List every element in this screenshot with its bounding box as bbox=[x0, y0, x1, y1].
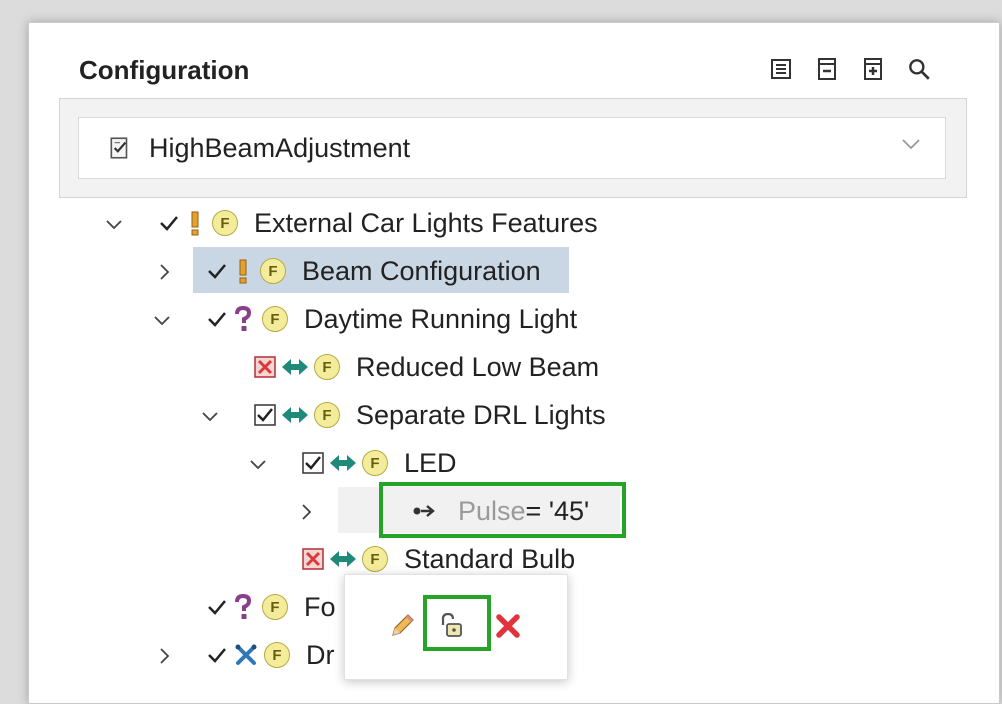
delete-icon[interactable] bbox=[491, 609, 525, 643]
tree-item-label: Daytime Running Light bbox=[304, 303, 578, 334]
attribute-highlight-box bbox=[379, 482, 626, 538]
chevron-down-icon[interactable] bbox=[104, 214, 124, 234]
check-icon bbox=[160, 216, 178, 231]
tree-item-dr[interactable]: F Dr bbox=[206, 633, 335, 677]
tree-item-label: Fo bbox=[304, 591, 336, 622]
alternative-icon bbox=[330, 551, 356, 567]
feature-icon: F bbox=[264, 642, 290, 668]
configuration-selector-area: HighBeamAdjustment bbox=[59, 98, 967, 198]
feature-icon: F bbox=[314, 354, 340, 380]
search-icon[interactable] bbox=[903, 53, 935, 85]
tree-item-label: LED bbox=[404, 447, 457, 478]
configuration-dropdown[interactable]: HighBeamAdjustment bbox=[78, 117, 946, 179]
check-icon bbox=[208, 264, 226, 279]
question-icon bbox=[235, 306, 252, 331]
feature-icon: F bbox=[262, 594, 288, 620]
unlock-highlight-box bbox=[423, 595, 491, 651]
chevron-down-icon[interactable] bbox=[200, 406, 220, 426]
expand-all-icon[interactable] bbox=[857, 53, 889, 85]
excluded-icon bbox=[302, 548, 324, 570]
panel-toolbar bbox=[765, 53, 935, 85]
checkbox-checked-icon[interactable] bbox=[302, 452, 324, 474]
check-icon bbox=[208, 600, 226, 615]
check-icon bbox=[208, 312, 226, 327]
alternative-icon bbox=[282, 359, 308, 375]
tree-item-led[interactable]: F LED bbox=[302, 441, 457, 485]
alternative-icon bbox=[330, 455, 356, 471]
tree-item-label: Separate DRL Lights bbox=[356, 399, 606, 430]
chevron-right-icon[interactable] bbox=[154, 646, 174, 666]
feature-icon: F bbox=[262, 306, 288, 332]
configuration-dropdown-value: HighBeamAdjustment bbox=[149, 132, 411, 163]
tree-item-label: Standard Bulb bbox=[404, 543, 576, 574]
properties-icon[interactable] bbox=[765, 53, 797, 85]
configuration-file-icon bbox=[110, 137, 128, 159]
checkbox-checked-icon[interactable] bbox=[254, 404, 276, 426]
warning-icon bbox=[191, 211, 199, 236]
tree-item-label: Reduced Low Beam bbox=[356, 351, 600, 382]
tree-item-reduced-low-beam[interactable]: F Reduced Low Beam bbox=[254, 345, 599, 389]
tree-item-label: Dr bbox=[306, 639, 335, 670]
question-icon bbox=[235, 594, 252, 619]
edit-icon[interactable] bbox=[385, 609, 419, 643]
alternative-icon bbox=[282, 407, 308, 423]
chevron-down-icon[interactable] bbox=[248, 454, 268, 474]
tree-item-separate-drl-lights[interactable]: F Separate DRL Lights bbox=[254, 393, 606, 437]
chevron-down-icon[interactable] bbox=[152, 310, 172, 330]
feature-icon: F bbox=[314, 402, 340, 428]
chevron-right-icon[interactable] bbox=[154, 262, 174, 282]
tree-item-label: Beam Configuration bbox=[302, 255, 541, 286]
feature-icon: F bbox=[212, 210, 238, 236]
tools-icon bbox=[235, 644, 257, 665]
check-icon bbox=[208, 648, 226, 663]
feature-icon: F bbox=[260, 258, 286, 284]
collapse-all-icon[interactable] bbox=[811, 53, 843, 85]
tree-item-label: External Car Lights Features bbox=[254, 207, 598, 238]
chevron-down-icon[interactable] bbox=[899, 132, 923, 156]
tree-item-external-car-lights-features[interactable]: F External Car Lights Features bbox=[158, 201, 598, 245]
tree-item-beam-configuration[interactable]: F Beam Configuration bbox=[206, 249, 541, 293]
panel-title: Configuration bbox=[79, 55, 250, 85]
tree-item-fo[interactable]: F Fo bbox=[206, 585, 336, 629]
excluded-icon bbox=[254, 356, 276, 378]
chevron-right-icon[interactable] bbox=[296, 502, 316, 522]
feature-icon: F bbox=[362, 546, 388, 572]
tree-item-daytime-running-light[interactable]: F Daytime Running Light bbox=[206, 297, 577, 341]
feature-icon: F bbox=[362, 450, 388, 476]
warning-icon bbox=[239, 259, 247, 284]
